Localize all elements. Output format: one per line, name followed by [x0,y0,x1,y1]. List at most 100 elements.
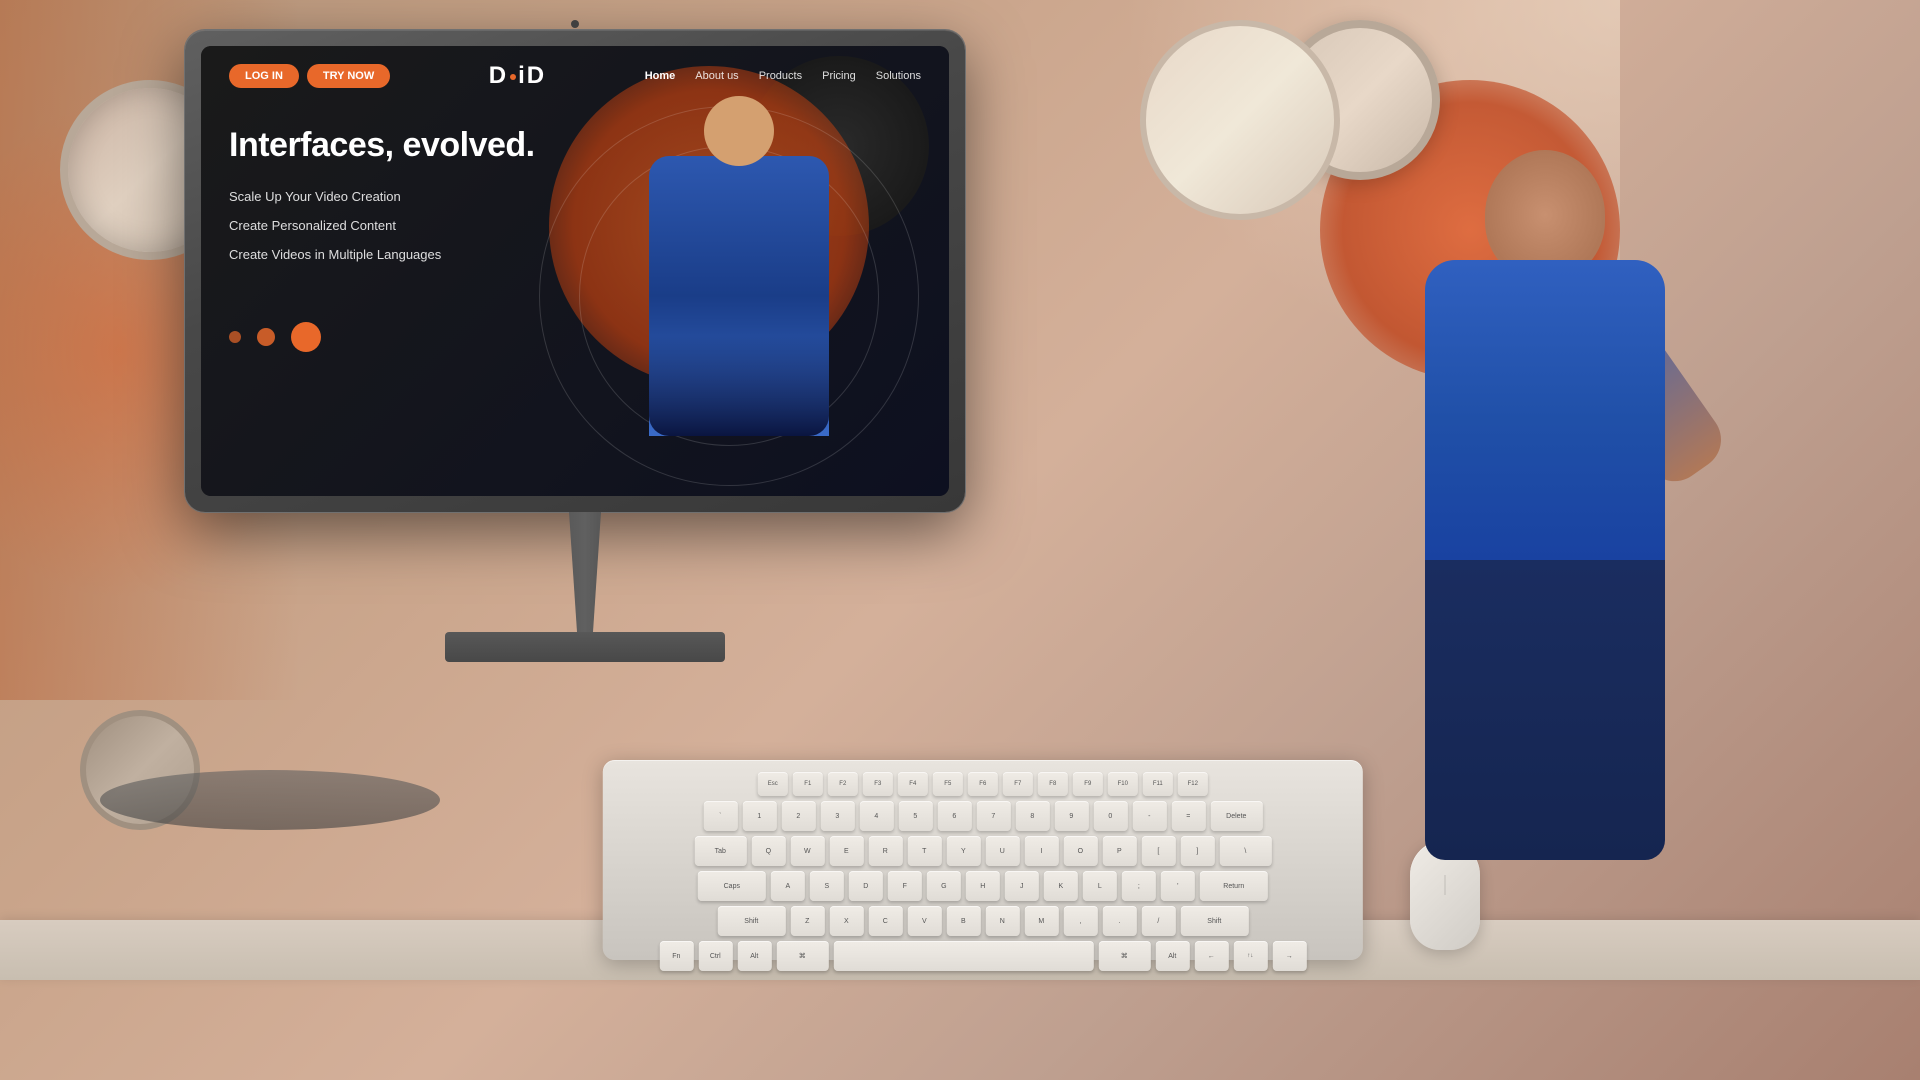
key-delete[interactable]: Delete [1210,801,1262,831]
key-arrow-up-down[interactable]: ↑↓ [1233,941,1267,971]
key-3[interactable]: 3 [820,801,854,831]
key-f10[interactable]: F10 [1108,772,1138,796]
key-return[interactable]: Return [1200,871,1268,901]
key-f6[interactable]: F6 [968,772,998,796]
key-space[interactable] [833,941,1093,971]
keyboard-row-fn: Esc F1 F2 F3 F4 F5 F6 F7 F8 F9 F10 F11 F… [619,772,1347,796]
key-4[interactable]: 4 [859,801,893,831]
key-f3[interactable]: F3 [863,772,893,796]
key-alt-right[interactable]: Alt [1155,941,1189,971]
nav-link-about[interactable]: About us [695,70,738,82]
site-hero: Interfaces, evolved. Scale Up Your Video… [201,106,949,312]
key-d[interactable]: D [849,871,883,901]
key-arrow-right[interactable]: → [1272,941,1306,971]
key-v[interactable]: V [907,906,941,936]
key-f9[interactable]: F9 [1073,772,1103,796]
key-arrow-left[interactable]: ← [1194,941,1228,971]
key-g[interactable]: G [927,871,961,901]
key-ctrl[interactable]: Ctrl [698,941,732,971]
logo-dot [510,74,516,80]
key-comma[interactable]: , [1063,906,1097,936]
key-n[interactable]: N [985,906,1019,936]
key-caps[interactable]: Caps [698,871,766,901]
key-quote[interactable]: ' [1161,871,1195,901]
login-button[interactable]: LOG IN [229,64,299,88]
key-f2[interactable]: F2 [828,772,858,796]
key-0[interactable]: 0 [1093,801,1127,831]
key-k[interactable]: K [1044,871,1078,901]
key-semicolon[interactable]: ; [1122,871,1156,901]
key-f8[interactable]: F8 [1038,772,1068,796]
key-period[interactable]: . [1102,906,1136,936]
key-f4[interactable]: F4 [898,772,928,796]
key-shift-left[interactable]: Shift [717,906,785,936]
nav-link-home[interactable]: Home [645,70,676,82]
key-slash[interactable]: / [1141,906,1175,936]
key-z[interactable]: Z [790,906,824,936]
key-rbracket[interactable]: ] [1180,836,1214,866]
key-f5[interactable]: F5 [933,772,963,796]
monitor-camera [571,20,579,28]
keyboard-row-zxcv: Shift Z X C V B N M , . / Shift [619,906,1347,936]
key-cmd-right[interactable]: ⌘ [1098,941,1150,971]
hero-feature-1: Scale Up Your Video Creation [229,189,921,204]
nav-link-products[interactable]: Products [759,70,802,82]
key-f7[interactable]: F7 [1003,772,1033,796]
key-f1[interactable]: F1 [793,772,823,796]
key-p[interactable]: P [1102,836,1136,866]
key-u[interactable]: U [985,836,1019,866]
key-f[interactable]: F [888,871,922,901]
key-q[interactable]: Q [751,836,785,866]
key-minus[interactable]: - [1132,801,1166,831]
monitor-wrapper: LOG IN TRY NOW DiD Home About us Product… [185,30,985,662]
floor-disk [100,770,440,830]
key-7[interactable]: 7 [976,801,1010,831]
try-now-button[interactable]: TRY NOW [307,64,390,88]
site-navigation: LOG IN TRY NOW DiD Home About us Product… [201,46,949,106]
key-j[interactable]: J [1005,871,1039,901]
key-a[interactable]: A [771,871,805,901]
key-cmd-left[interactable]: ⌘ [776,941,828,971]
key-l[interactable]: L [1083,871,1117,901]
key-t[interactable]: T [907,836,941,866]
site-logo[interactable]: DiD [489,62,546,90]
nav-link-solutions[interactable]: Solutions [876,70,921,82]
key-shift-right[interactable]: Shift [1180,906,1248,936]
real-person [1320,150,1770,930]
key-m[interactable]: M [1024,906,1058,936]
key-f12[interactable]: F12 [1178,772,1208,796]
key-8[interactable]: 8 [1015,801,1049,831]
website-content: LOG IN TRY NOW DiD Home About us Product… [201,46,949,496]
key-5[interactable]: 5 [898,801,932,831]
key-esc[interactable]: Esc [758,772,788,796]
key-6[interactable]: 6 [937,801,971,831]
key-s[interactable]: S [810,871,844,901]
key-b[interactable]: B [946,906,980,936]
key-y[interactable]: Y [946,836,980,866]
keyboard-row-bottom: Fn Ctrl Alt ⌘ ⌘ Alt ← ↑↓ → [619,941,1347,971]
key-backtick[interactable]: ` [703,801,737,831]
key-fn[interactable]: Fn [659,941,693,971]
key-backslash[interactable]: \ [1219,836,1271,866]
key-9[interactable]: 9 [1054,801,1088,831]
keyboard-row-qwerty: Tab Q W E R T Y U I O P [ ] \ [619,836,1347,866]
key-x[interactable]: X [829,906,863,936]
key-e[interactable]: E [829,836,863,866]
key-1[interactable]: 1 [742,801,776,831]
key-tab[interactable]: Tab [694,836,746,866]
key-c[interactable]: C [868,906,902,936]
key-2[interactable]: 2 [781,801,815,831]
keyboard[interactable]: Esc F1 F2 F3 F4 F5 F6 F7 F8 F9 F10 F11 F… [603,760,1363,960]
key-w[interactable]: W [790,836,824,866]
key-r[interactable]: R [868,836,902,866]
key-h[interactable]: H [966,871,1000,901]
person-pants [1425,560,1665,860]
key-o[interactable]: O [1063,836,1097,866]
hero-dot-large [291,322,321,352]
key-lbracket[interactable]: [ [1141,836,1175,866]
key-alt-left[interactable]: Alt [737,941,771,971]
key-i[interactable]: I [1024,836,1058,866]
key-f11[interactable]: F11 [1143,772,1173,796]
key-equals[interactable]: = [1171,801,1205,831]
nav-link-pricing[interactable]: Pricing [822,70,856,82]
